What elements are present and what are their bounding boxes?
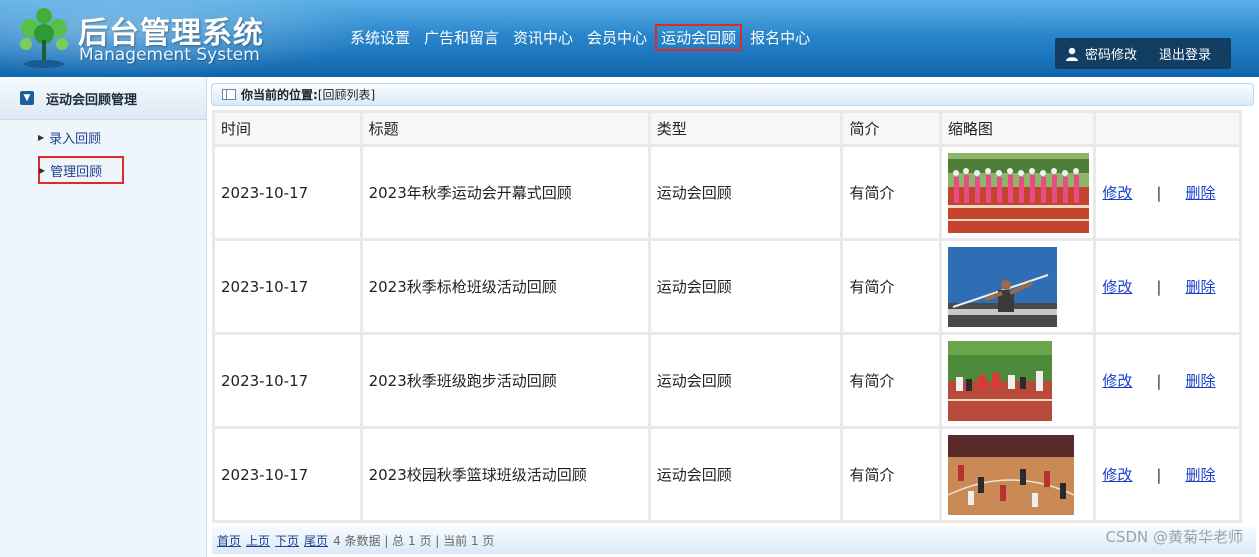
- triangle-right-icon: ▶: [39, 165, 46, 175]
- logo-tree-icon: [20, 8, 68, 68]
- basketball-thumbnail[interactable]: [947, 434, 1074, 515]
- user-icon: [1066, 47, 1078, 61]
- edit-link[interactable]: 修改: [1102, 276, 1132, 297]
- cell-time: 2023-10-17: [215, 241, 360, 332]
- cell-brief: 有简介: [843, 241, 939, 332]
- pagination-bar: 首页 上页 下页 尾页 4 条数据 | 总 1 页 | 当前 1 页: [212, 527, 1256, 554]
- cell-brief: 有简介: [843, 429, 939, 520]
- cell-thumbnail: [941, 147, 1094, 238]
- collapse-icon: ▼: [20, 91, 34, 105]
- pagination-info: 4 条数据 | 总 1 页 | 当前 1 页: [333, 534, 495, 548]
- cell-brief: 有简介: [843, 147, 939, 238]
- edit-link[interactable]: 修改: [1102, 464, 1132, 485]
- cell-thumbnail: [941, 241, 1094, 332]
- table-row: 2023-10-17 2023秋季标枪班级活动回顾 运动会回顾 有简介 修改 |…: [215, 241, 1239, 332]
- table-row: 2023-10-17 2023秋季班级跑步活动回顾 运动会回顾 有简介 修改 |…: [215, 335, 1239, 426]
- change-password-label: 密码修改: [1085, 48, 1138, 63]
- brand-subtitle: Management System: [79, 45, 260, 65]
- nav-ads-messages[interactable]: 广告和留言: [418, 24, 505, 51]
- change-password-link[interactable]: 密码修改: [1065, 44, 1137, 63]
- delete-link[interactable]: 删除: [1185, 370, 1215, 391]
- cell-time: 2023-10-17: [215, 335, 360, 426]
- cell-type: 运动会回顾: [650, 429, 841, 520]
- header-actions: [1096, 113, 1239, 144]
- delete-link[interactable]: 删除: [1185, 182, 1215, 203]
- nav-news-center[interactable]: 资讯中心: [507, 24, 579, 51]
- next-page-link[interactable]: 下页: [275, 532, 299, 549]
- user-menu: 密码修改 退出登录: [1055, 38, 1231, 69]
- logout-link[interactable]: 退出登录: [1159, 44, 1211, 63]
- cell-thumbnail: [941, 335, 1094, 426]
- action-separator: |: [1156, 371, 1162, 390]
- sidebar-item-label: 录入回顾: [49, 132, 102, 147]
- sidebar-item-manage-review[interactable]: ▶ 管理回顾: [38, 156, 124, 184]
- edit-link[interactable]: 修改: [1102, 370, 1132, 391]
- delete-link[interactable]: 删除: [1185, 276, 1215, 297]
- action-separator: |: [1156, 277, 1162, 296]
- sidebar-item-add-review[interactable]: ▶ 录入回顾: [38, 128, 101, 147]
- edit-link[interactable]: 修改: [1102, 182, 1132, 203]
- cell-type: 运动会回顾: [650, 241, 841, 332]
- table-header-row: 时间 标题 类型 简介 缩略图: [215, 113, 1239, 144]
- cell-time: 2023-10-17: [215, 147, 360, 238]
- review-table: 时间 标题 类型 简介 缩略图 2023-10-17 2023年秋季运动会开幕式…: [212, 110, 1242, 523]
- breadcrumb: 你当前的位置: [回顾列表]: [211, 83, 1254, 106]
- header-type: 类型: [650, 113, 841, 144]
- running-thumbnail[interactable]: [947, 340, 1052, 421]
- last-page-link[interactable]: 尾页: [304, 532, 328, 549]
- breadcrumb-value: [回顾列表]: [317, 88, 376, 102]
- sidebar-group-title: 运动会回顾管理: [46, 92, 138, 108]
- sidebar-group-header[interactable]: ▼ 运动会回顾管理: [0, 77, 206, 120]
- main-content: 你当前的位置: [回顾列表] 时间 标题 类型 简介 缩略图 2023-10-1…: [208, 77, 1259, 557]
- cell-title: 2023秋季标枪班级活动回顾: [362, 241, 648, 332]
- watermark: CSDN @黄菊华老师: [1105, 528, 1243, 546]
- action-separator: |: [1156, 183, 1162, 202]
- cell-actions: 修改 | 删除: [1096, 241, 1239, 332]
- triangle-right-icon: ▶: [38, 133, 45, 142]
- cell-type: 运动会回顾: [650, 335, 841, 426]
- header-brief: 简介: [843, 113, 939, 144]
- panel-icon: [222, 89, 236, 100]
- cell-title: 2023秋季班级跑步活动回顾: [362, 335, 648, 426]
- opening-ceremony-thumbnail[interactable]: [947, 152, 1089, 233]
- breadcrumb-label: 你当前的位置:: [241, 88, 318, 102]
- nav-system-settings[interactable]: 系统设置: [344, 24, 416, 51]
- table-row: 2023-10-17 2023校园秋季篮球班级活动回顾 运动会回顾 有简介 修改…: [215, 429, 1239, 520]
- prev-page-link[interactable]: 上页: [246, 532, 270, 549]
- cell-type: 运动会回顾: [650, 147, 841, 238]
- action-separator: |: [1156, 465, 1162, 484]
- header-title: 标题: [362, 113, 648, 144]
- nav-sports-review[interactable]: 运动会回顾: [655, 24, 743, 51]
- header-bar: 后台管理系统 Management System 系统设置 广告和留言 资讯中心…: [0, 0, 1259, 77]
- cell-actions: 修改 | 删除: [1096, 429, 1239, 520]
- header-time: 时间: [215, 113, 360, 144]
- cell-actions: 修改 | 删除: [1096, 147, 1239, 238]
- cell-brief: 有简介: [843, 335, 939, 426]
- top-nav: 系统设置 广告和留言 资讯中心 会员中心 运动会回顾 报名中心: [344, 24, 818, 51]
- nav-member-center[interactable]: 会员中心: [581, 24, 653, 51]
- cell-title: 2023年秋季运动会开幕式回顾: [362, 147, 648, 238]
- table-row: 2023-10-17 2023年秋季运动会开幕式回顾 运动会回顾 有简介 修改 …: [215, 147, 1239, 238]
- cell-time: 2023-10-17: [215, 429, 360, 520]
- cell-title: 2023校园秋季篮球班级活动回顾: [362, 429, 648, 520]
- cell-actions: 修改 | 删除: [1096, 335, 1239, 426]
- first-page-link[interactable]: 首页: [217, 532, 241, 549]
- cell-thumbnail: [941, 429, 1094, 520]
- delete-link[interactable]: 删除: [1185, 464, 1215, 485]
- sidebar-item-label: 管理回顾: [50, 164, 103, 180]
- sidebar: ▼ 运动会回顾管理 ▶ 录入回顾 ▶ 管理回顾: [0, 77, 207, 557]
- nav-registration-center[interactable]: 报名中心: [744, 24, 816, 51]
- header-thumbnail: 缩略图: [941, 113, 1094, 144]
- javelin-thumbnail[interactable]: [947, 246, 1057, 327]
